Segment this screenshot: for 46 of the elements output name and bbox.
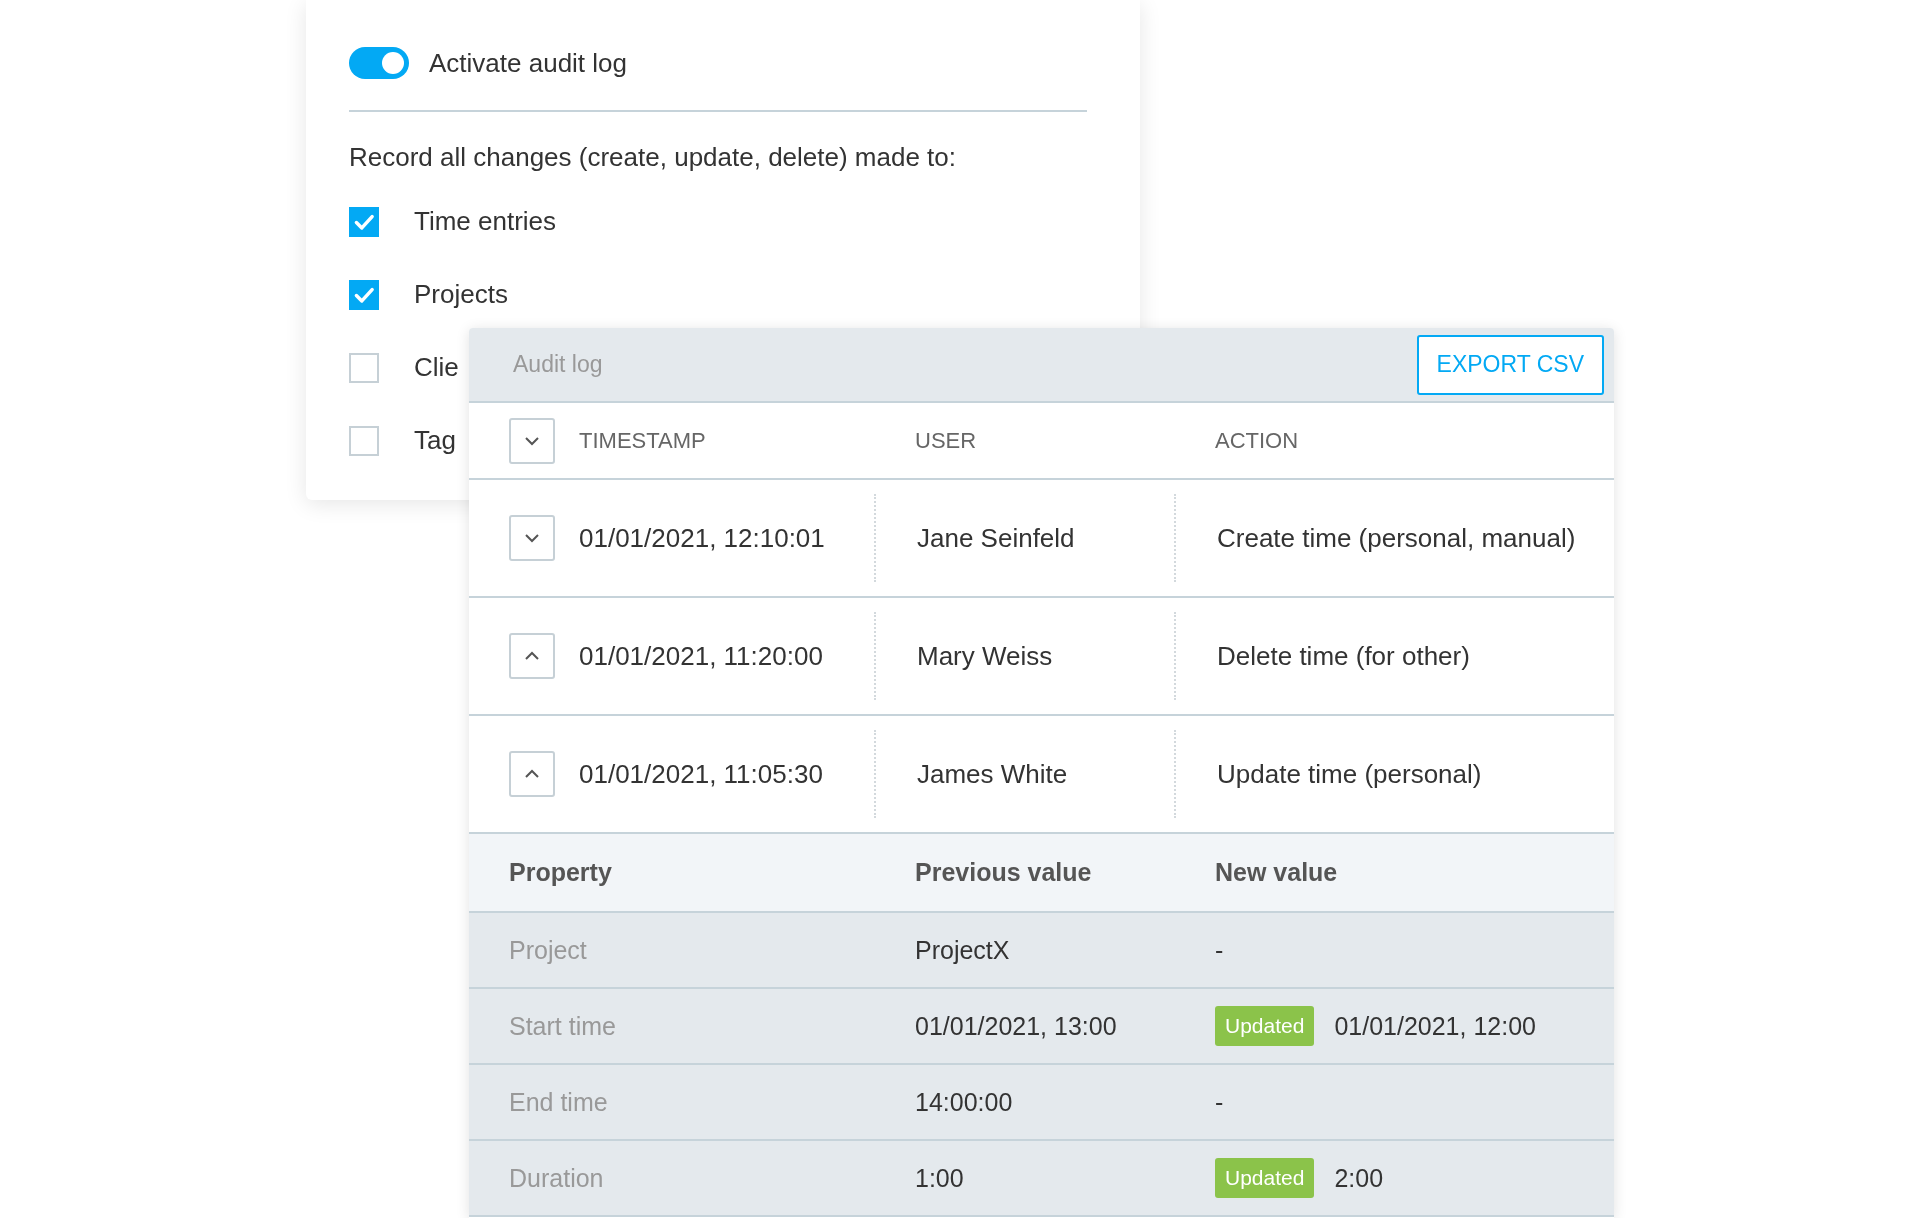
new-value-cell: - [1215, 1087, 1224, 1117]
row-toggle-button[interactable] [509, 515, 555, 561]
timestamp-cell: 01/01/2021, 12:10:01 [579, 522, 825, 554]
timestamp-cell: 01/01/2021, 11:20:00 [579, 640, 823, 672]
action-cell: Delete time (for other) [1217, 640, 1470, 672]
updated-badge: Updated [1215, 1158, 1315, 1198]
previous-value-cell-text: 14:00:00 [915, 1087, 1014, 1117]
user-cell: Mary Weiss [917, 640, 1053, 672]
checkbox[interactable] [349, 425, 379, 456]
detail-column-header: Property [509, 858, 613, 887]
new-value-cell: 01/01/2021, 12:00 [1334, 1011, 1536, 1041]
column-header: TIMESTAMP [579, 427, 706, 454]
column-header: USER [915, 427, 977, 454]
checkbox-label: Tag [414, 425, 456, 456]
export-csv-button[interactable]: EXPORT CSV [1416, 334, 1604, 395]
panel-title: Audit log [513, 351, 603, 378]
new-value-cell: 2:00 [1334, 1163, 1384, 1193]
action-cell: Update time (personal) [1217, 758, 1482, 790]
checkbox-label: Projects [414, 279, 508, 310]
property-cell-text: End time [509, 1087, 609, 1117]
property-cell-text: Project [509, 935, 588, 965]
toggle-label: Activate audit log [429, 47, 627, 79]
previous-value-cell-text: 01/01/2021, 13:00 [915, 1011, 1118, 1041]
detail-column-header: Previous value [915, 858, 1093, 887]
intro-text: Record all changes (create, update, delete) made to: [349, 142, 958, 173]
checkbox-label: Time entries [414, 206, 557, 237]
previous-value-cell-text: ProjectX [915, 935, 1011, 965]
timestamp-cell: 01/01/2021, 11:05:30 [579, 758, 823, 790]
row-toggle-button[interactable] [509, 751, 555, 797]
checkbox[interactable] [349, 279, 379, 310]
user-cell: James White [917, 758, 1068, 790]
row-toggle-button[interactable] [509, 633, 555, 679]
user-cell: Jane Seinfeld [917, 522, 1075, 554]
audit-log-toggle[interactable] [349, 47, 409, 79]
updated-badge: Updated [1215, 1006, 1315, 1046]
new-value-cell: - [1215, 935, 1224, 965]
checkbox[interactable] [349, 352, 379, 383]
column-header: ACTION [1215, 427, 1299, 454]
property-cell-text: Duration [509, 1163, 605, 1193]
checkbox[interactable] [349, 206, 379, 237]
previous-value-cell-text: 1:00 [915, 1163, 965, 1193]
property-cell-text: Start time [509, 1011, 617, 1041]
detail-column-header: New value [1215, 858, 1339, 887]
checkbox-label: Clie [414, 352, 459, 383]
action-cell: Create time (personal, manual) [1217, 522, 1576, 554]
expand-all-button[interactable] [509, 417, 555, 464]
